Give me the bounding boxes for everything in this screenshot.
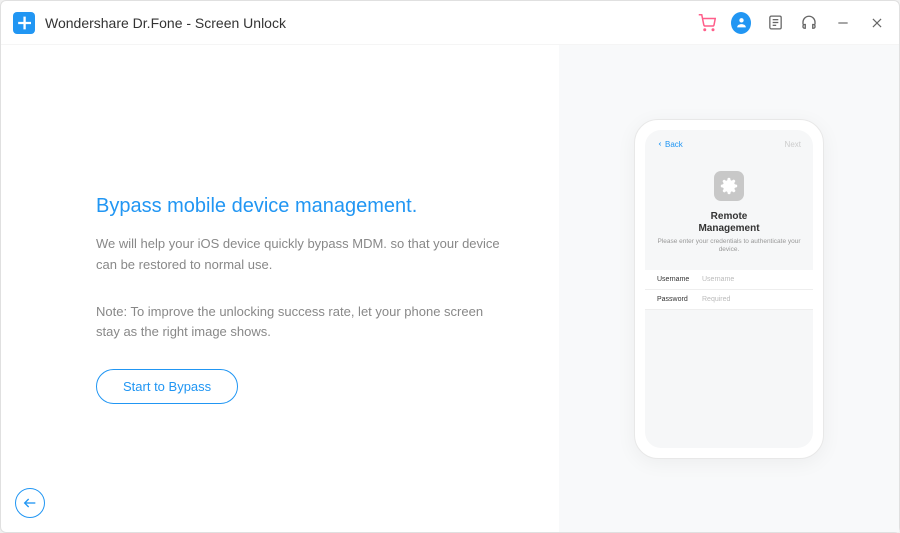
feedback-icon[interactable]	[765, 13, 785, 33]
phone-title: RemoteManagement	[657, 211, 801, 235]
description-text: We will help your iOS device quickly byp…	[96, 234, 509, 276]
phone-subtitle: Please enter your credentials to authent…	[657, 238, 801, 255]
username-placeholder: Username	[702, 276, 734, 283]
phone-back-label: Back	[665, 140, 683, 149]
page-heading: Bypass mobile device management.	[96, 195, 509, 218]
username-label: Username	[657, 276, 702, 283]
phone-next-label: Next	[785, 140, 801, 149]
support-icon[interactable]	[799, 13, 819, 33]
content-area: Bypass mobile device management. We will…	[1, 45, 899, 532]
gear-icon	[714, 171, 744, 201]
phone-screen: Back Next RemoteManagement Please enter …	[645, 130, 813, 448]
minimize-icon[interactable]	[833, 13, 853, 33]
phone-username-field: Username Username	[645, 270, 813, 290]
cart-icon[interactable]	[697, 13, 717, 33]
phone-password-field: Password Required	[645, 290, 813, 310]
back-button[interactable]	[15, 488, 45, 518]
phone-fields: Username Username Password Required	[657, 270, 801, 310]
right-panel: Back Next RemoteManagement Please enter …	[559, 45, 899, 532]
phone-mockup: Back Next RemoteManagement Please enter …	[634, 119, 824, 459]
phone-back-link: Back	[657, 140, 801, 149]
titlebar-actions	[697, 13, 887, 33]
close-icon[interactable]	[867, 13, 887, 33]
left-panel: Bypass mobile device management. We will…	[1, 45, 559, 532]
start-bypass-button[interactable]: Start to Bypass	[96, 369, 238, 404]
password-placeholder: Required	[702, 296, 730, 303]
app-logo-icon	[13, 12, 35, 34]
app-window: Wondershare Dr.Fone - Screen Unlock	[0, 0, 900, 533]
phone-center: RemoteManagement Please enter your crede…	[657, 171, 801, 255]
password-label: Password	[657, 296, 702, 303]
user-icon[interactable]	[731, 13, 751, 33]
titlebar: Wondershare Dr.Fone - Screen Unlock	[1, 1, 899, 45]
note-text: Note: To improve the unlocking success r…	[96, 302, 509, 344]
app-title: Wondershare Dr.Fone - Screen Unlock	[45, 15, 286, 31]
